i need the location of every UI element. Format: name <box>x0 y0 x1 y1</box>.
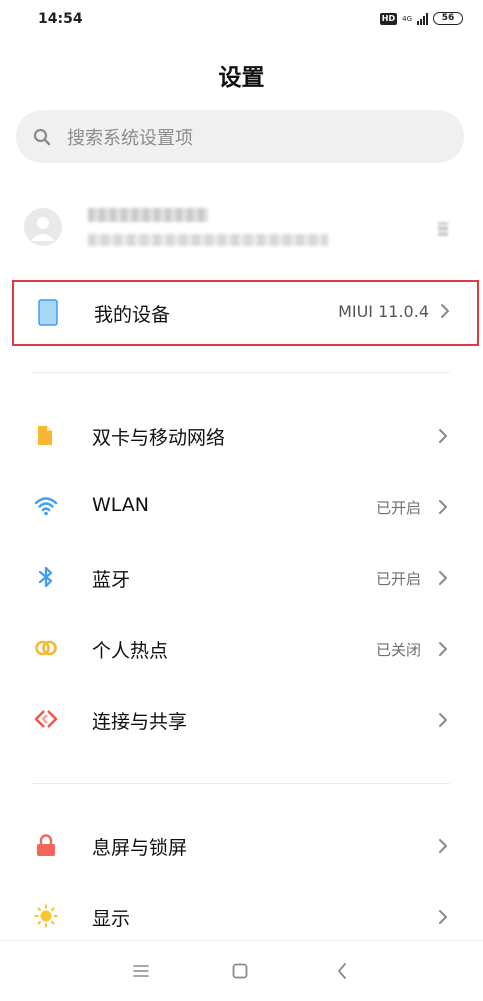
signal-icon <box>417 12 428 25</box>
dual-sim-row[interactable]: 双卡与移动网络 <box>0 405 483 467</box>
back-icon[interactable] <box>330 959 354 983</box>
avatar-icon <box>24 208 62 246</box>
my-device-row[interactable]: 我的设备 MIUI 11.0.4 <box>12 280 479 346</box>
hotspot-icon <box>35 640 57 656</box>
account-row[interactable] <box>0 192 483 264</box>
lock-screen-label: 息屏与锁屏 <box>92 837 188 859</box>
chevron-right-icon <box>439 500 447 514</box>
brightness-icon <box>34 904 58 928</box>
chevron-right-icon <box>439 839 447 853</box>
account-chevron-blurred <box>438 222 448 236</box>
lock-screen-row[interactable]: 息屏与锁屏 <box>0 815 483 877</box>
menu-icon[interactable] <box>129 959 153 983</box>
avatar <box>24 208 62 246</box>
hd-icon: HD <box>379 12 398 25</box>
connection-share-row[interactable]: 连接与共享 <box>0 689 483 751</box>
dual-sim-label: 双卡与移动网络 <box>92 427 226 449</box>
status-icons: HD 4G 56 <box>379 12 463 25</box>
section-divider <box>32 783 450 784</box>
wlan-label: WLAN <box>92 494 150 516</box>
navigation-bar <box>0 940 483 1001</box>
chevron-right-icon <box>439 910 447 924</box>
search-input[interactable]: 搜索系统设置项 <box>16 110 464 163</box>
hotspot-label: 个人热点 <box>92 640 169 662</box>
display-row[interactable]: 显示 <box>0 886 483 948</box>
connection-share-icon <box>34 710 58 728</box>
bluetooth-status: 已开启 <box>375 570 421 588</box>
wlan-status: 已开启 <box>375 499 421 517</box>
miui-version: MIUI 11.0.4 <box>338 302 429 321</box>
display-label: 显示 <box>92 908 131 930</box>
my-device-label: 我的设备 <box>94 304 171 326</box>
wifi-icon <box>34 497 58 516</box>
chevron-right-icon <box>439 429 447 443</box>
chevron-right-icon <box>439 713 447 727</box>
account-desc-blurred <box>88 234 328 246</box>
account-name-blurred <box>88 208 208 222</box>
sim-card-icon <box>38 426 52 445</box>
page-title: 设置 <box>218 65 265 91</box>
status-bar: 14:54 HD 4G 56 <box>0 0 483 40</box>
hotspot-row[interactable]: 个人热点 已关闭 <box>0 618 483 680</box>
chevron-right-icon <box>439 642 447 656</box>
bluetooth-icon <box>38 566 53 588</box>
chevron-right-icon <box>441 304 449 318</box>
hotspot-status: 已关闭 <box>375 641 421 659</box>
network-type: 4G <box>402 14 412 23</box>
lock-icon <box>37 834 55 856</box>
section-divider <box>32 372 450 373</box>
battery-icon: 56 <box>433 12 463 25</box>
search-icon <box>33 128 51 146</box>
bluetooth-row[interactable]: 蓝牙 已开启 <box>0 547 483 609</box>
chevron-right-icon <box>439 571 447 585</box>
status-time: 14:54 <box>38 11 83 27</box>
search-placeholder: 搜索系统设置项 <box>67 128 193 149</box>
home-icon[interactable] <box>228 959 252 983</box>
bluetooth-label: 蓝牙 <box>92 569 131 591</box>
phone-icon <box>38 299 58 326</box>
connection-share-label: 连接与共享 <box>92 711 188 733</box>
wlan-row[interactable]: WLAN 已开启 <box>0 476 483 538</box>
